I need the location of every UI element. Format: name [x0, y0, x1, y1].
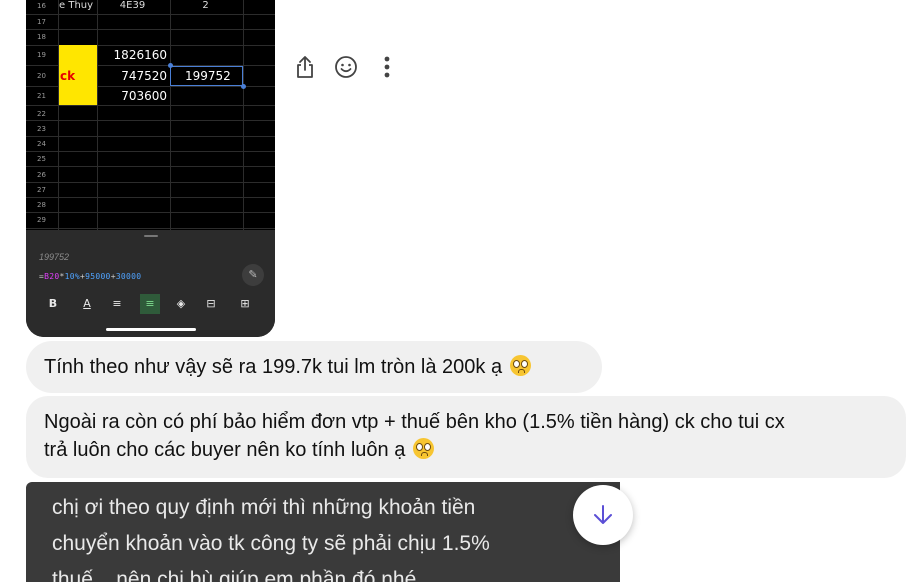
row-number: 17	[37, 18, 46, 26]
home-indicator	[106, 328, 196, 331]
formula-panel: 199752 =B20*10%+95000+30000 ✎ B A ≡ ≡ ◈ …	[26, 230, 275, 337]
row-number: 16	[37, 2, 46, 10]
spreadsheet-screenshot[interactable]: ck 16 17 18 19 20 21 22 23 24 25 26 27 2…	[26, 0, 275, 337]
formula-ref: B20	[44, 272, 60, 281]
text-color-icon: A	[83, 297, 91, 310]
row-number: 23	[37, 125, 46, 133]
image-text-line: chị ơi theo quy định mới thì những khoản…	[52, 496, 476, 519]
react-button[interactable]	[331, 52, 361, 82]
formula-number: 30000	[115, 272, 142, 281]
insert-column-icon: ⊞	[240, 297, 250, 310]
formula-number: 10%	[64, 272, 80, 281]
cell-c16: 2	[202, 0, 209, 11]
image-text-line: thuế... nên chị bù giúp em phần đó nhé	[52, 568, 417, 582]
arrow-down-icon	[594, 505, 612, 524]
more-options-button[interactable]	[372, 52, 402, 82]
row-number: 21	[37, 92, 46, 100]
row-number: 28	[37, 201, 46, 209]
row-number: 18	[37, 33, 46, 41]
row-number: 26	[37, 171, 46, 179]
cell-b19: 1826160	[113, 48, 167, 62]
row-number: 25	[37, 155, 46, 163]
row-number: 27	[37, 186, 46, 194]
cell-a16: e Thuy	[59, 0, 94, 11]
message-bubble[interactable]: Ngoài ra còn có phí bảo hiểm đơn vtp + t…	[26, 396, 906, 478]
row-number: 20	[37, 72, 46, 80]
image-text-line: chuyển khoản vào tk công ty sẽ phải chịu…	[52, 532, 490, 555]
fill-color-icon: ◈	[176, 297, 186, 310]
react-icon	[335, 56, 357, 78]
cell-b20: 747520	[121, 69, 167, 83]
pleading-face-icon	[509, 355, 531, 376]
align-center-icon: ≡	[140, 294, 160, 314]
message-text-line: trả luôn cho các buyer nên ko tính luôn …	[44, 436, 888, 464]
message-bubble[interactable]: Tính theo như vậy sẽ ra 199.7k tui lm tr…	[26, 341, 602, 393]
cell-a20: ck	[60, 69, 76, 83]
message-text: Tính theo như vậy sẽ ra 199.7k tui lm tr…	[44, 356, 503, 378]
cell-b21: 703600	[121, 89, 167, 103]
row-number: 22	[37, 110, 46, 118]
selected-cell	[170, 66, 243, 86]
more-icon	[384, 56, 390, 78]
edit-pencil-icon: ✎	[242, 264, 264, 286]
selection-handle	[241, 84, 246, 89]
pleading-face-icon	[412, 438, 434, 459]
align-left-icon: ≡	[112, 297, 122, 310]
scroll-to-bottom-button[interactable]	[573, 485, 633, 545]
drag-handle	[144, 235, 158, 237]
row-number: 29	[37, 216, 46, 224]
image-attachment[interactable]: chị ơi theo quy định mới thì những khoản…	[26, 482, 620, 582]
cell-value-preview: 199752	[39, 252, 70, 262]
row-number: 24	[37, 140, 46, 148]
message-text-line: Ngoài ra còn có phí bảo hiểm đơn vtp + t…	[44, 411, 785, 433]
formula-line: =B20*10%+95000+30000	[39, 272, 141, 281]
formula-number: 95000	[85, 272, 111, 281]
cell-b16: 4E39	[119, 0, 146, 11]
sheet-grid: ck 16 17 18 19 20 21 22 23 24 25 26 27 2…	[26, 0, 275, 230]
share-button[interactable]	[290, 52, 320, 82]
format-toolbar: B A ≡ ≡ ◈ ⊟ ⊞	[26, 294, 275, 314]
share-icon	[297, 56, 313, 78]
selection-handle	[168, 63, 173, 68]
row-number: 19	[37, 51, 46, 59]
merge-icon: ⊟	[206, 297, 216, 310]
bold-icon: B	[48, 297, 58, 310]
